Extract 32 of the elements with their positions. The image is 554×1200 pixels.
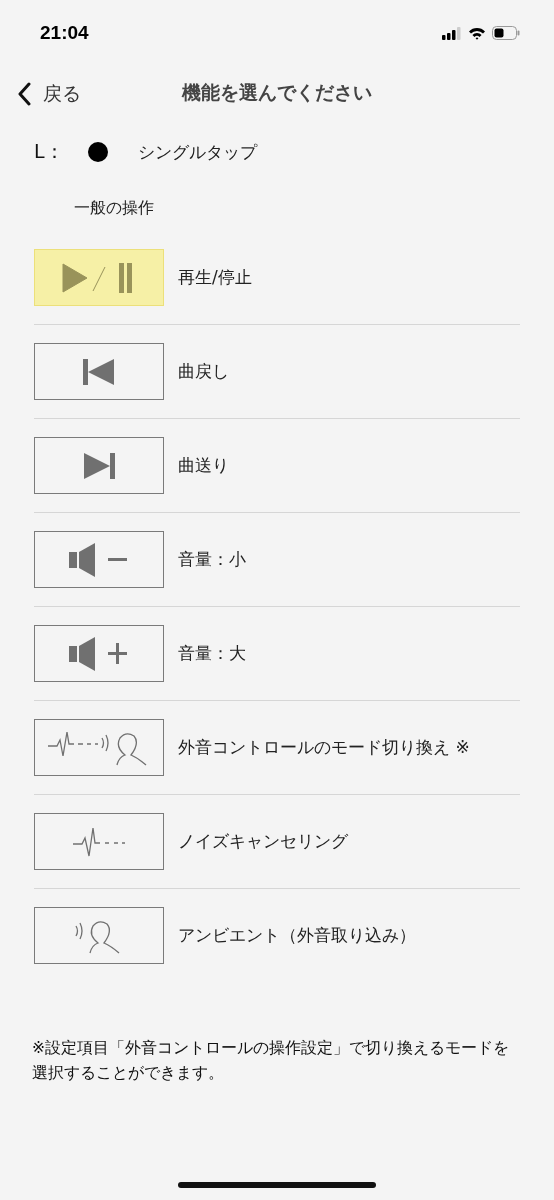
tap-dot-icon: [88, 142, 108, 162]
previous-track-icon: [83, 358, 115, 385]
status-time: 21:04: [40, 22, 89, 44]
function-button[interactable]: [34, 719, 164, 776]
function-label: 曲送り: [178, 454, 229, 477]
function-button[interactable]: [34, 625, 164, 682]
back-button[interactable]: 戻る: [0, 81, 81, 107]
function-button[interactable]: [34, 813, 164, 870]
side-label: L：: [34, 139, 65, 164]
signal-icon: [442, 26, 462, 40]
chevron-left-icon: [18, 82, 31, 106]
function-label: ノイズキャンセリング: [178, 830, 348, 853]
function-button[interactable]: [34, 343, 164, 400]
volume-up-icon: [69, 636, 129, 671]
function-button[interactable]: [34, 907, 164, 964]
gesture-label: シングルタップ: [138, 140, 257, 164]
wifi-icon: [468, 26, 486, 40]
footnote-text: ※設定項目「外音コントロールの操作設定」で切り換えるモードを選択することができます。: [32, 1038, 510, 1084]
noise-cancel-icon: [72, 825, 126, 858]
function-label: 音量：小: [178, 548, 246, 571]
next-track-icon: [83, 452, 115, 479]
function-label: 再生/停止: [178, 266, 252, 289]
section-heading: 一般の操作: [74, 197, 155, 219]
function-label: アンビエント（外音取り込み）: [178, 924, 416, 947]
function-label: 曲戻し: [178, 360, 229, 383]
function-label: 外音コントロールのモード切り換え ※: [178, 736, 470, 759]
function-button[interactable]: [34, 437, 164, 494]
page-title: 機能を選んでください: [182, 80, 372, 105]
function-label: 音量：大: [178, 642, 246, 665]
function-button[interactable]: [34, 531, 164, 588]
battery-icon: [492, 26, 520, 40]
volume-down-icon: [69, 542, 129, 577]
